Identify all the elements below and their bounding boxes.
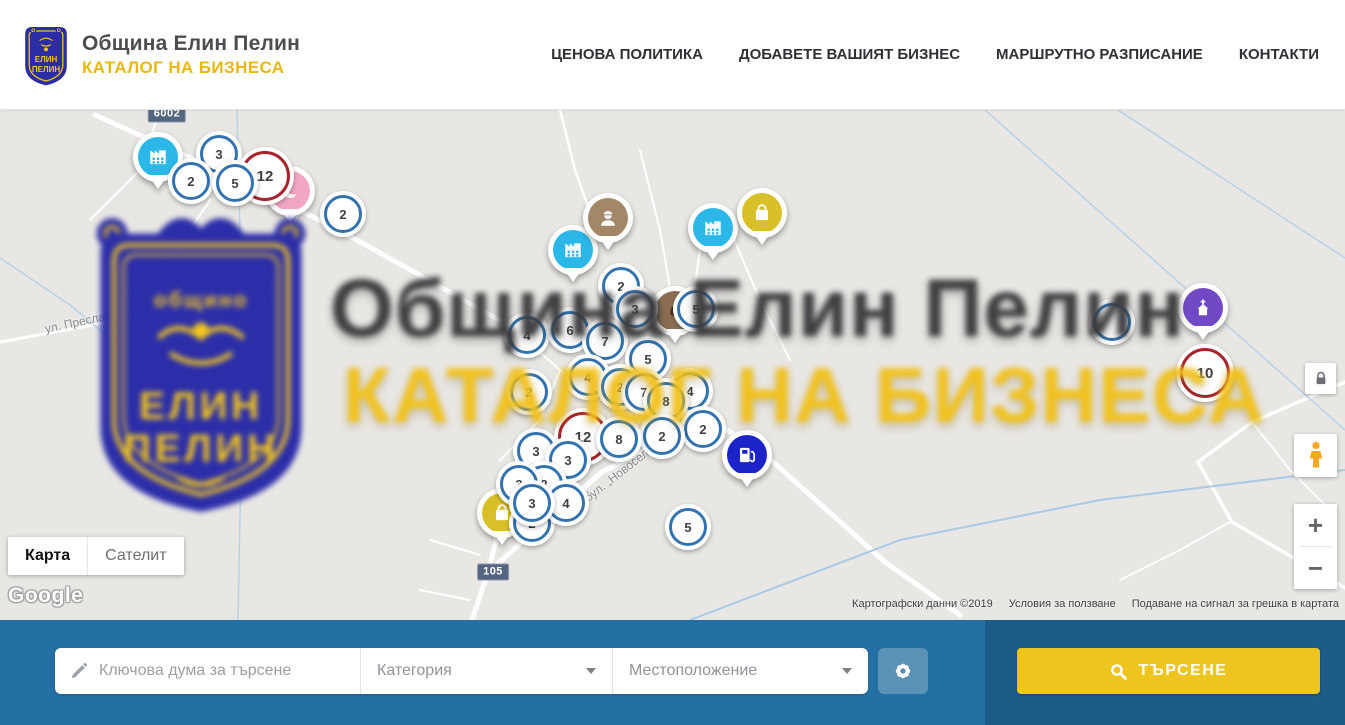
gear-icon [892, 660, 914, 682]
brand[interactable]: ЕЛИН ПЕЛИН Община Елин Пелин КАТАЛОГ НА … [22, 23, 300, 87]
map-marker-cluster[interactable]: 3 [509, 480, 555, 526]
search-icon [1110, 663, 1127, 680]
location-select-value: Местоположение [629, 662, 757, 680]
road-shield-label: 6002 [148, 110, 186, 123]
map-marker-cluster[interactable]: 2 [506, 369, 552, 415]
chevron-down-icon [586, 668, 596, 674]
brand-title: Община Елин Пелин [82, 32, 300, 56]
main-nav: ЦЕНОВА ПОЛИТИКА ДОБАВЕТЕ ВАШИЯТ БИЗНЕС М… [551, 46, 1319, 63]
map-attribution: Картографски данни ©2019 Условия за полз… [852, 598, 1339, 610]
category-select-value: Категория [377, 662, 452, 680]
zoom-out-button[interactable]: − [1294, 547, 1337, 589]
map-marker-cluster[interactable]: 2 [320, 191, 366, 237]
zoom-control: + − [1294, 504, 1337, 589]
map-marker-cluster[interactable]: 2 [680, 406, 726, 452]
map-marker-pin-church[interactable] [1178, 283, 1228, 333]
zoom-in-button[interactable]: + [1294, 504, 1337, 546]
svg-text:ПЕЛИН: ПЕЛИН [32, 64, 60, 73]
map-marker-cluster[interactable]: 5 [665, 504, 711, 550]
street-view-pegman[interactable] [1294, 434, 1337, 477]
road-shield-label: 105 [477, 564, 509, 581]
lock-control[interactable] [1305, 363, 1336, 394]
map-canvas[interactable]: 6002105 ул. Преславбул. „Новосел 3122522… [0, 110, 1345, 620]
nav-contacts[interactable]: КОНТАКТИ [1239, 46, 1319, 63]
attribution-copyright: Картографски данни ©2019 [852, 598, 993, 610]
map-marker-pin-factory[interactable] [688, 203, 738, 253]
attribution-report-link[interactable]: Подаване на сигнал за грешка в картата [1132, 598, 1339, 610]
map-type-map-button[interactable]: Карта [8, 537, 88, 575]
map-marker-pin-fuel[interactable] [722, 430, 772, 480]
search-panel: ТЪРСЕНЕ [985, 620, 1345, 725]
search-fields: Категория Местоположение [55, 648, 868, 694]
category-select[interactable]: Категория [360, 648, 612, 694]
map-marker-cluster[interactable] [1089, 299, 1135, 345]
map-marker-cluster[interactable]: 8 [596, 416, 642, 462]
google-logo[interactable]: Google [8, 584, 83, 608]
chevron-down-icon [842, 668, 852, 674]
map-marker-cluster[interactable]: 2 [639, 413, 685, 459]
municipality-logo-icon: ЕЛИН ПЕЛИН [22, 23, 70, 87]
pencil-icon [69, 661, 89, 681]
svg-text:ЕЛИН: ЕЛИН [35, 55, 58, 64]
page: ЕЛИН ПЕЛИН Община Елин Пелин КАТАЛОГ НА … [0, 0, 1345, 725]
map-marker-pin-worker[interactable] [583, 193, 633, 243]
map-marker-cluster[interactable]: 4 [504, 312, 550, 358]
map-type-control: Карта Сателит [8, 537, 184, 575]
nav-pricing-policy[interactable]: ЦЕНОВА ПОЛИТИКА [551, 46, 703, 63]
search-button[interactable]: ТЪРСЕНЕ [1017, 648, 1320, 694]
search-button-label: ТЪРСЕНЕ [1139, 662, 1228, 680]
advanced-settings-button[interactable] [878, 648, 928, 694]
brand-text: Община Елин Пелин КАТАЛОГ НА БИЗНЕСА [82, 32, 300, 78]
nav-add-business[interactable]: ДОБАВЕТЕ ВАШИЯТ БИЗНЕС [739, 46, 960, 63]
site-header: ЕЛИН ПЕЛИН Община Елин Пелин КАТАЛОГ НА … [0, 0, 1345, 110]
brand-subtitle: КАТАЛОГ НА БИЗНЕСА [82, 58, 300, 78]
map-type-satellite-button[interactable]: Сателит [88, 537, 183, 575]
map-marker-pin-bag[interactable] [737, 188, 787, 238]
pegman-icon [1305, 440, 1327, 471]
map-marker-cluster[interactable]: 5 [212, 160, 258, 206]
location-select[interactable]: Местоположение [612, 648, 868, 694]
map-marker-cluster[interactable]: 5 [673, 286, 719, 332]
keyword-field [55, 648, 360, 694]
keyword-input[interactable] [99, 662, 348, 680]
search-bar: Категория Местоположение ТЪРСЕНЕ [0, 620, 1345, 725]
nav-route-schedule[interactable]: МАРШРУТНО РАЗПИСАНИЕ [996, 46, 1203, 63]
lock-icon [1314, 370, 1328, 387]
map-marker-cluster[interactable]: 10 [1176, 344, 1234, 402]
attribution-terms-link[interactable]: Условия за ползване [1009, 598, 1116, 610]
map-marker-cluster[interactable]: 2 [168, 158, 214, 204]
